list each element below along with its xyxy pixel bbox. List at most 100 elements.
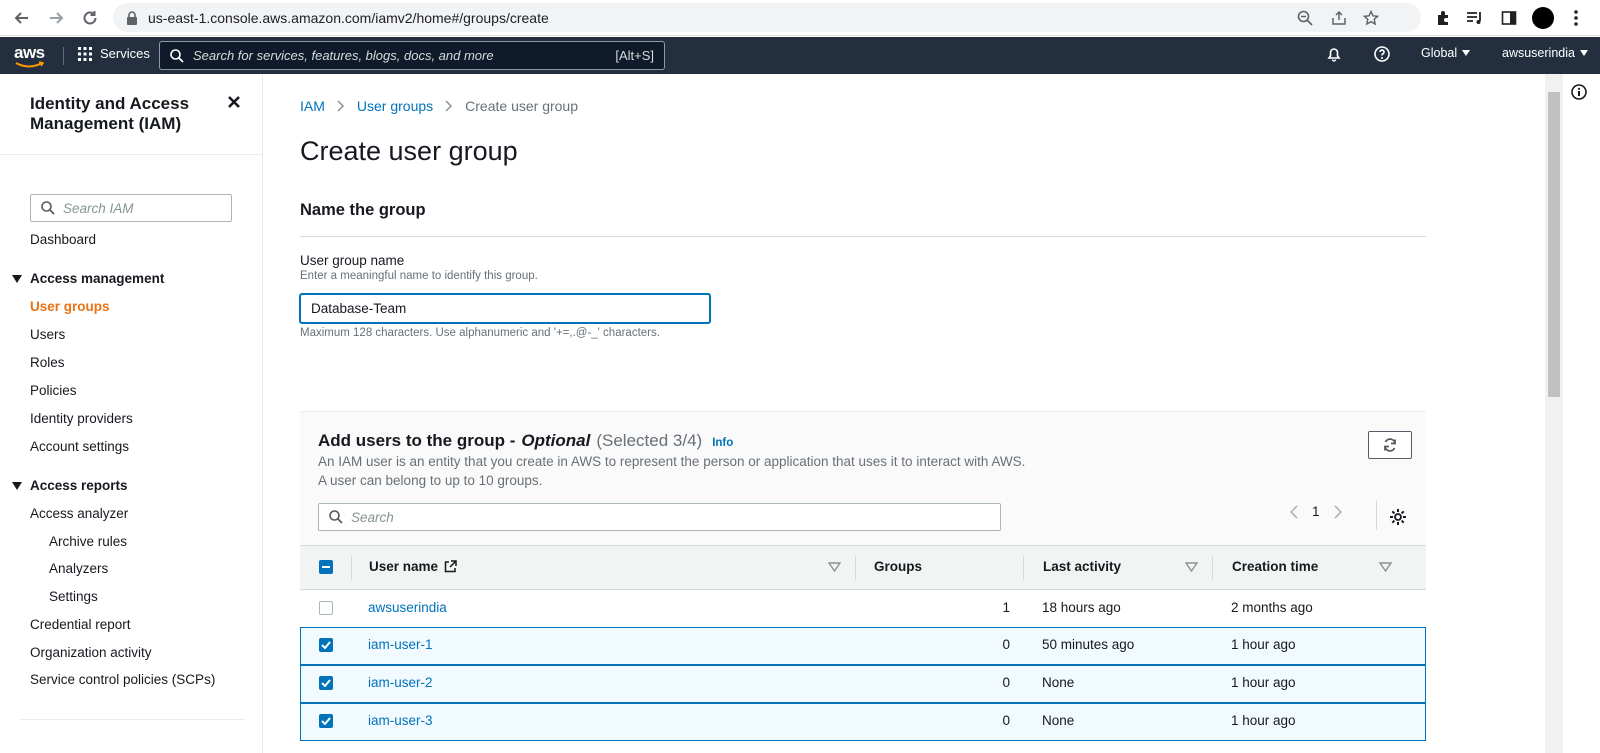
side-panel-icon[interactable] bbox=[1497, 6, 1521, 30]
groups-count: 0 bbox=[1002, 713, 1010, 728]
sidebar-item-organization-activity[interactable]: Organization activity bbox=[30, 645, 152, 660]
sidebar-item-analyzers[interactable]: Analyzers bbox=[49, 561, 108, 576]
add-users-description: An IAM user is an entity that you create… bbox=[318, 454, 1026, 488]
sort-caret-icon[interactable] bbox=[1185, 562, 1198, 572]
column-divider bbox=[351, 556, 352, 580]
sidebar-item-roles[interactable]: Roles bbox=[30, 355, 65, 370]
user-name-link[interactable]: iam-user-3 bbox=[368, 713, 433, 728]
reload-icon[interactable] bbox=[78, 6, 102, 30]
info-panel-icon[interactable] bbox=[1571, 84, 1587, 100]
breadcrumb-current: Create user group bbox=[465, 98, 578, 114]
sidebar-search-input[interactable]: Search IAM bbox=[30, 194, 232, 222]
column-divider bbox=[855, 556, 856, 580]
aws-search-input[interactable]: Search for services, features, blogs, do… bbox=[159, 41, 665, 70]
forward-arrow-icon[interactable] bbox=[44, 6, 68, 30]
page-title: Create user group bbox=[300, 136, 518, 166]
extensions-puzzle-icon[interactable] bbox=[1431, 6, 1455, 30]
notifications-bell-icon[interactable] bbox=[1326, 46, 1342, 62]
breadcrumb-iam[interactable]: IAM bbox=[300, 98, 325, 114]
close-icon[interactable] bbox=[226, 94, 242, 110]
sidebar-section-access-management[interactable]: Access management bbox=[12, 271, 164, 286]
refresh-button[interactable] bbox=[1368, 431, 1412, 459]
services-menu-button[interactable]: Services bbox=[78, 46, 150, 61]
breadcrumb-user-groups[interactable]: User groups bbox=[357, 98, 433, 114]
profile-avatar[interactable] bbox=[1531, 6, 1555, 30]
chevron-left-icon[interactable] bbox=[1290, 504, 1298, 519]
gear-icon[interactable] bbox=[1388, 507, 1408, 527]
table-row[interactable]: awsuserindia 1 18 hours ago 2 months ago bbox=[300, 590, 1426, 628]
group-name-input[interactable] bbox=[300, 294, 710, 323]
sidebar-item-credential-report[interactable]: Credential report bbox=[30, 617, 131, 632]
info-link[interactable]: Info bbox=[712, 437, 733, 449]
sidebar-item-dashboard[interactable]: Dashboard bbox=[30, 232, 96, 247]
column-label: Creation time bbox=[1232, 559, 1319, 574]
browser-menu-icon[interactable] bbox=[1564, 6, 1588, 30]
table-row[interactable]: iam-user-3 0 None 1 hour ago bbox=[300, 703, 1426, 741]
title-optional: Optional bbox=[521, 431, 591, 450]
iam-sidebar: Identity and Access Management (IAM) Sea… bbox=[0, 74, 263, 753]
groups-count: 0 bbox=[1002, 637, 1010, 652]
table-row[interactable]: iam-user-1 0 50 minutes ago 1 hour ago bbox=[300, 627, 1426, 665]
page-number[interactable]: 1 bbox=[1312, 504, 1320, 519]
media-playlist-icon[interactable] bbox=[1463, 6, 1487, 30]
row-checkbox[interactable] bbox=[319, 676, 333, 690]
sidebar-divider bbox=[0, 154, 263, 155]
aws-logo[interactable]: aws bbox=[14, 43, 45, 63]
share-icon[interactable] bbox=[1330, 9, 1348, 27]
name-panel-title: Name the group bbox=[300, 201, 426, 219]
last-activity: None bbox=[1042, 713, 1075, 728]
sidebar-item-users[interactable]: Users bbox=[30, 327, 65, 342]
scrollbar-thumb[interactable] bbox=[1548, 92, 1560, 397]
column-user-name[interactable]: User name bbox=[369, 559, 457, 574]
sort-caret-icon[interactable] bbox=[828, 562, 841, 572]
column-label: User name bbox=[369, 559, 439, 574]
creation-time: 1 hour ago bbox=[1231, 637, 1296, 652]
sidebar-item-access-analyzer[interactable]: Access analyzer bbox=[30, 506, 128, 521]
sidebar-item-scps[interactable]: Service control policies (SCPs) bbox=[30, 672, 215, 687]
help-icon[interactable] bbox=[1374, 46, 1390, 62]
aws-search-shortcut: [Alt+S] bbox=[615, 48, 654, 63]
row-checkbox[interactable] bbox=[319, 714, 333, 728]
sidebar-item-account-settings[interactable]: Account settings bbox=[30, 439, 129, 454]
account-menu[interactable]: awsuserindia bbox=[1502, 46, 1589, 60]
nav-divider bbox=[63, 47, 64, 65]
lock-icon[interactable] bbox=[123, 9, 141, 27]
row-checkbox[interactable] bbox=[319, 638, 333, 652]
chevron-right-icon[interactable] bbox=[1333, 504, 1342, 519]
sidebar-item-policies[interactable]: Policies bbox=[30, 383, 77, 398]
chevron-right-icon bbox=[445, 100, 453, 112]
services-label: Services bbox=[100, 46, 150, 61]
sidebar-item-identity-providers[interactable]: Identity providers bbox=[30, 411, 133, 426]
table-row[interactable]: iam-user-2 0 None 1 hour ago bbox=[300, 665, 1426, 703]
column-last-activity[interactable]: Last activity bbox=[1043, 559, 1121, 574]
aws-search-placeholder: Search for services, features, blogs, do… bbox=[193, 48, 494, 63]
select-all-checkbox[interactable] bbox=[319, 560, 333, 574]
column-creation-time[interactable]: Creation time bbox=[1232, 559, 1318, 574]
row-checkbox[interactable] bbox=[319, 601, 333, 615]
column-groups[interactable]: Groups bbox=[874, 559, 922, 574]
add-users-panel: Add users to the group - Optional (Selec… bbox=[300, 411, 1426, 753]
sidebar-item-settings[interactable]: Settings bbox=[49, 589, 98, 604]
address-bar[interactable]: us-east-1.console.aws.amazon.com/iamv2/h… bbox=[113, 3, 1421, 32]
region-selector[interactable]: Global bbox=[1421, 46, 1471, 60]
bookmark-star-icon[interactable] bbox=[1362, 9, 1380, 27]
user-name-link[interactable]: iam-user-2 bbox=[368, 675, 433, 690]
sidebar-title: Identity and Access Management (IAM) bbox=[30, 94, 190, 133]
sort-caret-icon[interactable] bbox=[1379, 562, 1392, 572]
page-scrollbar[interactable] bbox=[1545, 74, 1563, 753]
zoom-icon[interactable] bbox=[1296, 9, 1314, 27]
user-name-link[interactable]: iam-user-1 bbox=[368, 637, 433, 652]
creation-time: 1 hour ago bbox=[1231, 675, 1296, 690]
user-name-link[interactable]: awsuserindia bbox=[368, 600, 447, 615]
caret-down-icon bbox=[12, 274, 22, 283]
sidebar-item-user-groups[interactable]: User groups bbox=[30, 299, 110, 314]
section-label: Access reports bbox=[30, 478, 128, 493]
group-name-description: Enter a meaningful name to identify this… bbox=[300, 270, 538, 282]
panel-divider bbox=[300, 236, 1426, 237]
title-text: Add users to the group - bbox=[318, 431, 516, 450]
sidebar-section-access-reports[interactable]: Access reports bbox=[12, 478, 128, 493]
back-arrow-icon[interactable] bbox=[10, 6, 34, 30]
users-search-input[interactable]: Search bbox=[318, 503, 1001, 531]
caret-down-icon bbox=[1462, 50, 1471, 56]
sidebar-item-archive-rules[interactable]: Archive rules bbox=[49, 534, 127, 549]
